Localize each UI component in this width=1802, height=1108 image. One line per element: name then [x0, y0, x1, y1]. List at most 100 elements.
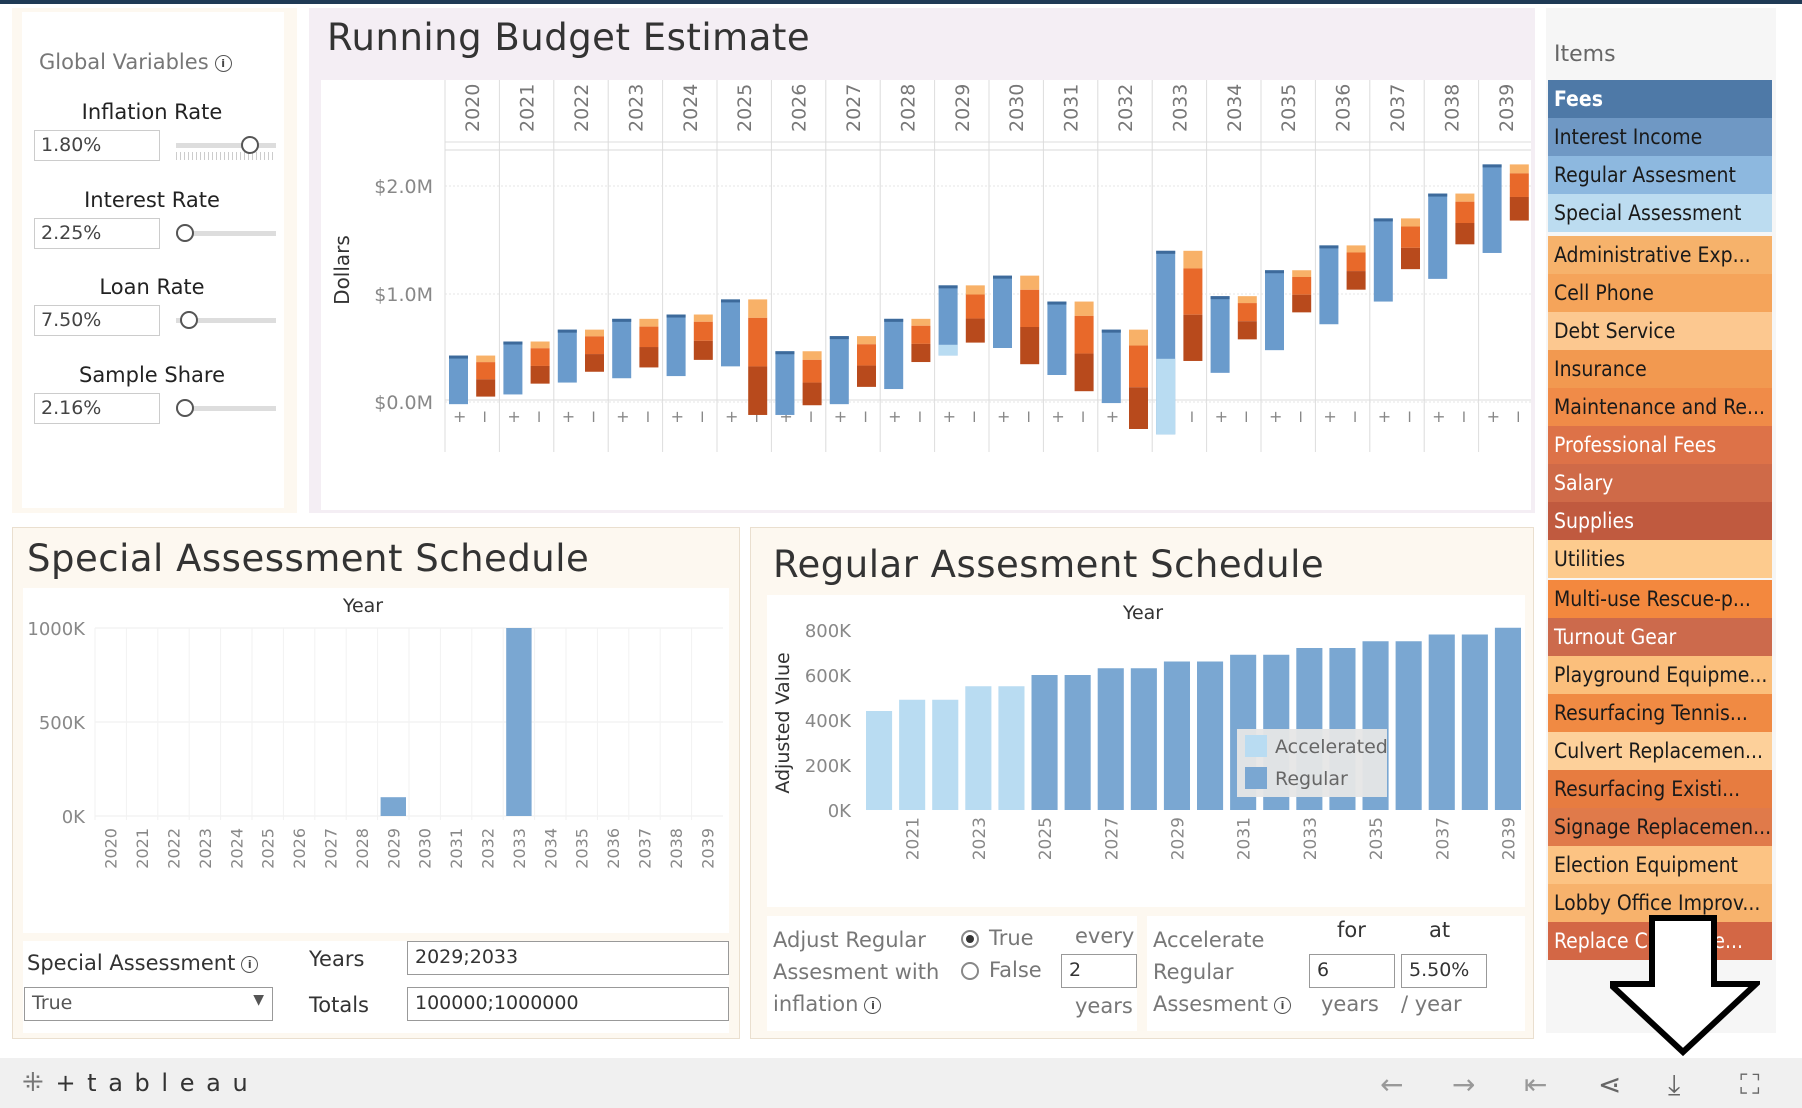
at-field[interactable]: 5.50%: [1401, 954, 1487, 988]
item-legend-entry[interactable]: Multi-use Rescue-p...: [1548, 580, 1772, 618]
item-legend-entry[interactable]: Administrative Exp...: [1548, 236, 1772, 274]
undo-icon[interactable]: ←: [1380, 1068, 1403, 1101]
item-legend-entry[interactable]: Cell Phone: [1548, 274, 1772, 312]
x-tick-label: 2033: [1301, 817, 1321, 860]
every-label: every: [1075, 924, 1135, 948]
totals-label: Totals: [309, 993, 369, 1017]
info-icon[interactable]: i: [864, 996, 882, 1014]
item-legend-entry[interactable]: Playground Equipme...: [1548, 656, 1772, 694]
item-legend-entry[interactable]: Election Equipment: [1548, 846, 1772, 884]
item-legend-entry[interactable]: Special Assessment: [1548, 194, 1772, 232]
param-value-field[interactable]: 2.16%: [34, 393, 160, 424]
column-marker: I: [972, 410, 976, 426]
running-budget-panel: Running Budget Estimate $0.0M $1.0M $2.0M D…: [309, 8, 1535, 513]
param-slider-track[interactable]: [176, 143, 276, 148]
radio-false[interactable]: [961, 962, 979, 980]
expense-bar-segment: [693, 314, 713, 322]
regular-assessment-bar: [1130, 668, 1157, 810]
totals-field[interactable]: 100000;1000000: [407, 987, 729, 1021]
running-budget-chart[interactable]: $0.0M $1.0M $2.0M Dollars 2020 + I 2021 + I 2022 + I…: [321, 80, 1534, 510]
special-assessment-svg: Year 0K 500K 1000K 2020 2021 2022 2023 2024 2025 2…: [27, 595, 723, 869]
item-legend-entry[interactable]: Fees: [1548, 80, 1772, 118]
x-year-label: 2032: [1115, 84, 1137, 132]
x-tick-label: 2035: [1367, 817, 1387, 860]
param-slider-thumb[interactable]: [176, 399, 194, 417]
radio-true[interactable]: [961, 930, 979, 948]
x-tick-label: 2036: [604, 828, 623, 869]
regular-assessment-chart[interactable]: Year Adjusted Value 0K 200K 400K 600K 800K 2021…: [767, 595, 1525, 907]
redo-icon[interactable]: →: [1452, 1068, 1475, 1101]
item-legend-entry[interactable]: Resurfacing Existi...: [1548, 770, 1772, 808]
param-slider-thumb[interactable]: [180, 311, 199, 329]
item-legend-entry[interactable]: Insurance: [1548, 350, 1772, 388]
years-field[interactable]: 2029;2033: [407, 941, 729, 975]
info-icon[interactable]: i: [1274, 996, 1292, 1014]
info-icon[interactable]: i: [214, 54, 232, 72]
item-legend-entry[interactable]: Signage Replacemen...: [1548, 808, 1772, 846]
column-marker: +: [943, 407, 956, 426]
item-legend-entry[interactable]: Resurfacing Tennis...: [1548, 694, 1772, 732]
income-bar-cap: [1373, 218, 1393, 222]
item-legend-entry[interactable]: Debt Service: [1548, 312, 1772, 350]
item-legend-entry[interactable]: Regular Assesment: [1548, 156, 1772, 194]
income-accelerated-segment: [938, 344, 958, 356]
item-legend-entry[interactable]: Salary: [1548, 464, 1772, 502]
param-value-field[interactable]: 2.25%: [34, 218, 160, 249]
revert-icon[interactable]: ⇤: [1524, 1068, 1547, 1101]
param-value-field[interactable]: 1.80%: [34, 130, 160, 161]
column-marker: I: [1407, 410, 1411, 426]
regular-assessment-bar: [1395, 641, 1422, 810]
for-field[interactable]: 6: [1309, 954, 1395, 988]
adjust-label-line2: Assesment with: [773, 960, 940, 984]
item-legend-entry[interactable]: Maintenance and Re...: [1548, 388, 1772, 426]
item-legend-entry[interactable]: Culvert Replacemen...: [1548, 732, 1772, 770]
item-legend-entry[interactable]: Professional Fees: [1548, 426, 1772, 464]
param-slider-thumb[interactable]: [176, 224, 194, 242]
tableau-logo[interactable]: ⁜ + t a b l e a u: [22, 1068, 250, 1098]
expense-bar-segment: [748, 366, 768, 415]
column-marker: +: [1323, 407, 1336, 426]
info-icon[interactable]: i: [241, 955, 259, 973]
special-assessment-chart[interactable]: Year 0K 500K 1000K 2020 2021 2022 2023 2024 2025 2…: [23, 588, 729, 933]
y-tick-label: 500K: [39, 713, 86, 734]
x-tick-label: 2039: [1499, 817, 1519, 860]
x-year-label: 2034: [1224, 84, 1246, 132]
radio-false-label[interactable]: False: [989, 958, 1042, 982]
fullscreen-icon[interactable]: ⛶: [1740, 1068, 1760, 1102]
every-field[interactable]: 2: [1061, 954, 1137, 988]
param-label: Interest Rate: [84, 188, 220, 212]
param-value-field[interactable]: 7.50%: [34, 305, 160, 336]
expense-bar-segment: [585, 329, 604, 337]
every-unit: years: [1075, 994, 1133, 1018]
special-assessment-title: Special Assessment Schedule: [27, 537, 590, 580]
regular-assessment-bar: [899, 699, 926, 810]
tableau-toolbar: ⁜ + t a b l e a u ← → ⇤ ⋖ ⤓ ⛶: [0, 1058, 1802, 1108]
years-label: Years: [309, 947, 365, 971]
item-legend-entry[interactable]: Interest Income: [1548, 118, 1772, 156]
expense-bar-segment: [639, 347, 659, 368]
income-bar-cap: [993, 275, 1012, 279]
expense-bar-segment: [1074, 353, 1094, 392]
x-year-label: 2028: [897, 84, 919, 132]
running-budget-title: Running Budget Estimate: [327, 16, 811, 59]
income-bar-cap: [721, 299, 740, 303]
item-legend-entry[interactable]: Supplies: [1548, 502, 1772, 540]
expense-bar-segment: [1455, 201, 1475, 224]
column-marker: I: [863, 410, 867, 426]
x-year-label: 2027: [843, 84, 865, 132]
share-icon[interactable]: ⋖: [1598, 1068, 1621, 1101]
x-tick-label: 2025: [259, 828, 278, 869]
income-bar: [993, 275, 1012, 348]
special-assessment-dropdown[interactable]: True ▼: [24, 987, 273, 1021]
x-year-label: 2023: [625, 84, 647, 132]
column-marker: I: [646, 410, 650, 426]
global-variables-title-text: Global Variables: [39, 50, 209, 74]
download-icon[interactable]: ⤓: [1668, 1068, 1680, 1102]
x-tick-label: 2021: [904, 817, 924, 860]
item-legend-entry[interactable]: Turnout Gear: [1548, 618, 1772, 656]
item-legend-entry[interactable]: Utilities: [1548, 540, 1772, 578]
radio-true-label[interactable]: True: [989, 926, 1034, 950]
x-year-label: 2020: [462, 84, 484, 132]
param-slider-thumb[interactable]: [240, 136, 259, 154]
income-bar-cap: [557, 329, 577, 333]
